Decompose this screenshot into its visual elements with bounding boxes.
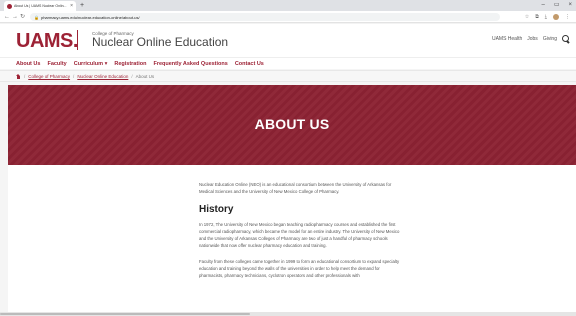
main-content: Nuclear Education Online (NEO) is an edu… bbox=[8, 165, 576, 316]
page-title: ABOUT US bbox=[254, 116, 330, 132]
close-window-button[interactable]: × bbox=[568, 1, 572, 10]
nav-curriculum[interactable]: Curriculum ▾ bbox=[74, 61, 108, 67]
content-column: Nuclear Education Online (NEO) is an edu… bbox=[199, 181, 403, 279]
scrollbar-thumb[interactable] bbox=[0, 313, 250, 315]
home-icon[interactable] bbox=[16, 73, 21, 79]
horizontal-scrollbar[interactable] bbox=[0, 312, 576, 316]
breadcrumb-nuclear-online-education[interactable]: Nuclear Online Education bbox=[77, 74, 128, 79]
url-text: pharmacy.uams.edu/nuclear-education-onli… bbox=[40, 14, 140, 20]
window-controls: – ▭ × bbox=[541, 1, 572, 10]
logo-divider bbox=[77, 30, 78, 50]
department-title[interactable]: Nuclear Online Education bbox=[92, 36, 228, 49]
history-heading: History bbox=[199, 204, 234, 215]
uams-favicon-icon bbox=[7, 3, 12, 9]
hero-banner: ABOUT US bbox=[8, 85, 576, 165]
browser-toolbar: ← → ↻ 🔒 pharmacy.uams.edu/nuclear-educat… bbox=[0, 11, 576, 23]
breadcrumb-separator: / bbox=[24, 73, 26, 79]
breadcrumb-college-of-pharmacy[interactable]: College of Pharmacy bbox=[28, 74, 70, 79]
nav-contact-us[interactable]: Contact Us bbox=[235, 61, 264, 67]
history-paragraph-2: Faculty from these colleges came togethe… bbox=[199, 259, 400, 278]
giving-link[interactable]: Giving bbox=[543, 36, 557, 42]
nav-about-us[interactable]: About Us bbox=[16, 61, 40, 67]
web-page: UAMS. College of Pharmacy Nuclear Online… bbox=[0, 24, 576, 316]
jobs-link[interactable]: Jobs bbox=[527, 36, 538, 42]
lock-icon: 🔒 bbox=[34, 14, 39, 20]
breadcrumb-separator: / bbox=[73, 73, 75, 79]
new-tab-button[interactable]: + bbox=[80, 1, 84, 10]
address-bar[interactable]: 🔒 pharmacy.uams.edu/nuclear-education-on… bbox=[30, 13, 500, 21]
breadcrumb: / College of Pharmacy / Nuclear Online E… bbox=[0, 70, 576, 82]
back-icon[interactable]: ← bbox=[4, 12, 10, 22]
utility-nav: UAMS Health Jobs Giving bbox=[492, 35, 570, 43]
history-paragraph-1: In 1972, The University of New Mexico be… bbox=[199, 222, 400, 248]
nav-faq[interactable]: Frequently Asked Questions bbox=[153, 61, 227, 67]
intro-paragraph: Nuclear Education Online (NEO) is an edu… bbox=[199, 182, 392, 194]
browser-tab[interactable]: About Us | UAMS Nuclear Onlin... × bbox=[4, 1, 76, 11]
forward-icon[interactable]: → bbox=[12, 12, 18, 22]
maximize-button[interactable]: ▭ bbox=[554, 1, 560, 10]
site-header: UAMS. College of Pharmacy Nuclear Online… bbox=[0, 24, 576, 57]
nav-faculty[interactable]: Faculty bbox=[47, 61, 66, 67]
minimize-button[interactable]: – bbox=[541, 1, 544, 10]
download-icon[interactable]: ⤓ bbox=[545, 12, 547, 22]
bookmark-star-icon[interactable]: ☆ bbox=[525, 12, 529, 22]
nav-registration[interactable]: Registration bbox=[114, 61, 146, 67]
breadcrumb-separator: / bbox=[131, 73, 133, 79]
uams-health-link[interactable]: UAMS Health bbox=[492, 36, 522, 42]
extensions-icon[interactable]: ⧉ bbox=[535, 12, 539, 22]
browser-tab-bar: About Us | UAMS Nuclear Onlin... × + – ▭… bbox=[0, 0, 576, 11]
toolbar-actions: ☆ ⧉ ⤓ ⋮ bbox=[525, 12, 570, 22]
profile-avatar[interactable] bbox=[553, 14, 559, 20]
tab-title: About Us | UAMS Nuclear Onlin... bbox=[14, 4, 67, 8]
tab-close-icon[interactable]: × bbox=[70, 3, 73, 9]
search-icon[interactable] bbox=[562, 35, 570, 43]
menu-icon[interactable]: ⋮ bbox=[565, 12, 570, 22]
reload-icon[interactable]: ↻ bbox=[20, 12, 25, 22]
uams-logo[interactable]: UAMS. bbox=[16, 31, 78, 51]
main-navigation: About Us Faculty Curriculum ▾ Registrati… bbox=[0, 57, 576, 69]
breadcrumb-current: About Us bbox=[135, 73, 155, 79]
